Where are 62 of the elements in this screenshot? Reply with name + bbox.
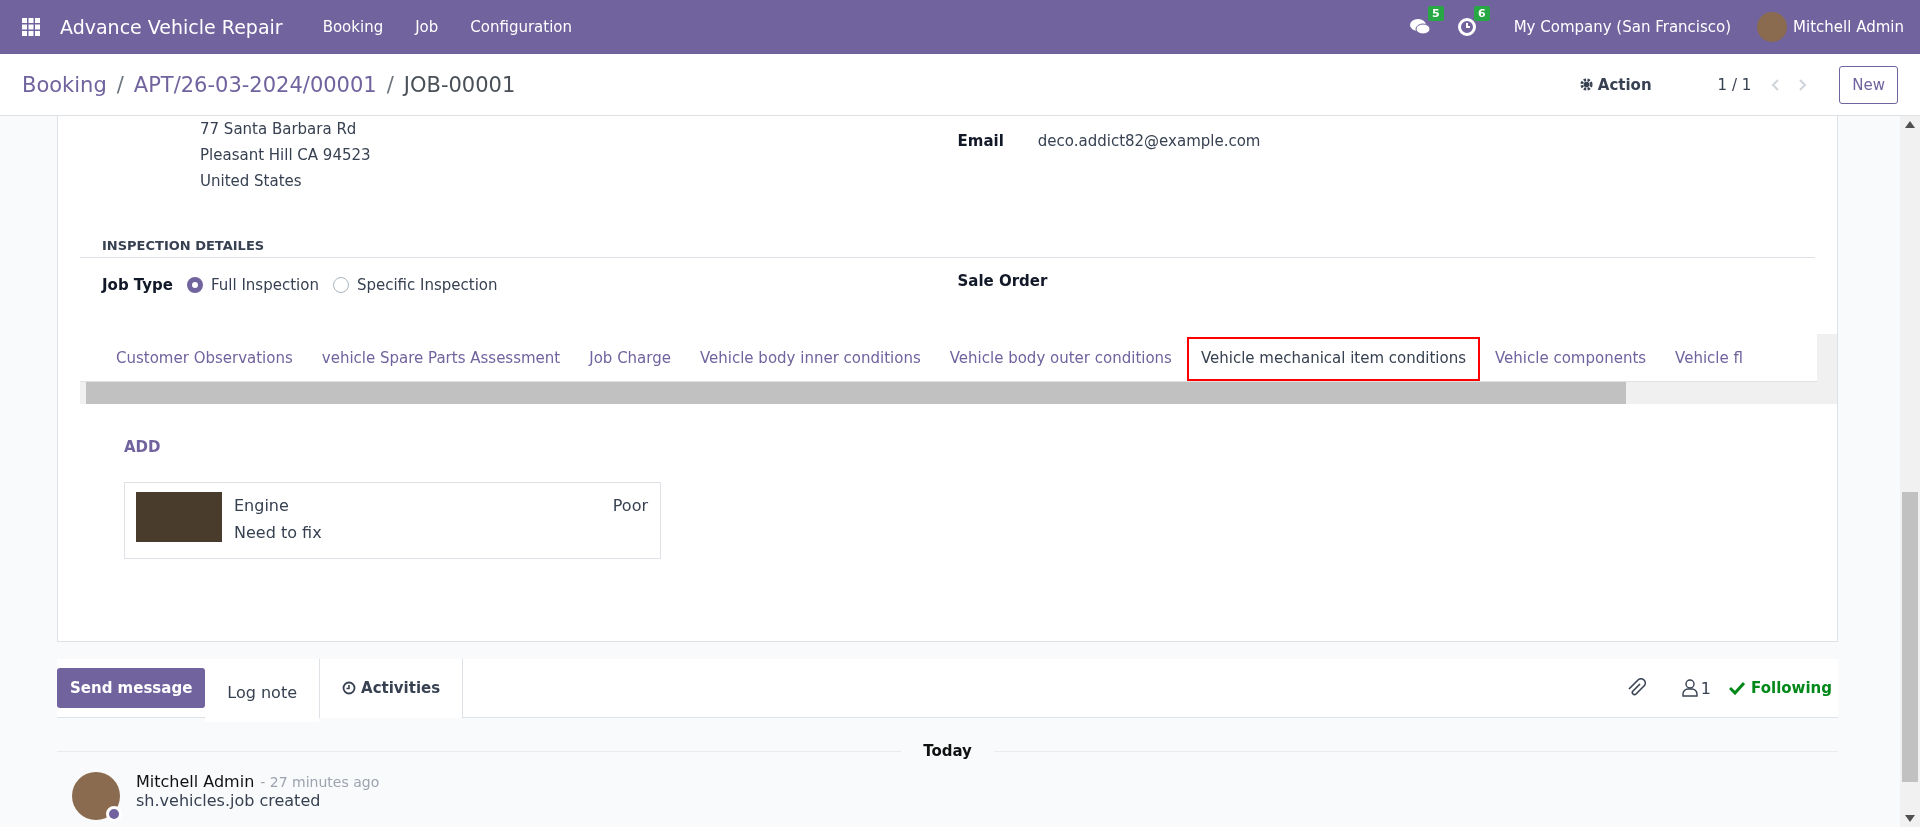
item-name: Engine (234, 495, 289, 517)
menu-item[interactable]: Booking (306, 18, 400, 36)
gear-icon (1578, 77, 1594, 92)
message-count-badge: 5 (1428, 6, 1444, 21)
followers-button[interactable]: 1 (1675, 677, 1718, 699)
pager-value: 1 / 1 (1717, 75, 1752, 94)
following-button[interactable]: Following (1723, 678, 1838, 698)
address-line: United States (200, 171, 303, 192)
author-name: Mitchell Admin (136, 772, 255, 791)
breadcrumb-separator: / (116, 72, 124, 97)
clock-icon (342, 681, 357, 695)
chat-bubbles-icon[interactable] (1409, 18, 1430, 36)
company-switcher[interactable]: My Company (San Francisco) (1513, 18, 1732, 36)
radio-button[interactable] (332, 277, 349, 293)
tab[interactable]: Job Charge (575, 337, 685, 381)
clock-icon[interactable] (1457, 18, 1476, 36)
condition-value: Poor (612, 495, 648, 517)
activities-button[interactable]: Activities (319, 658, 464, 718)
tab[interactable]: Vehicle body inner conditions (685, 337, 935, 381)
check-icon (1729, 681, 1746, 695)
date-separator: Today (922, 742, 973, 760)
message-time: - 27 minutes ago (260, 774, 380, 790)
condition-card[interactable]: Engine Poor Need to fix (124, 482, 661, 559)
user-menu[interactable]: Mitchell Admin (1793, 18, 1904, 36)
message-body: sh.vehicles.job created (136, 791, 322, 810)
apps-grid-icon[interactable] (22, 18, 40, 36)
tab[interactable]: vehicle Spare Parts Assessment (307, 337, 575, 381)
tab-scrollbar[interactable] (1817, 334, 1837, 382)
section-title: INSPECTION DETAILES (80, 238, 1815, 258)
address-line: 77 Santa Barbara Rd (200, 119, 358, 140)
menu-item[interactable]: Job (399, 18, 455, 36)
item-note: Need to fix (234, 522, 323, 544)
scroll-down-icon[interactable] (1905, 815, 1915, 823)
tab[interactable]: Vehicle body outer conditions (935, 337, 1186, 381)
radio-button[interactable] (187, 277, 203, 293)
field-label: Job Type (102, 276, 173, 294)
field-label: Sale Order (957, 272, 1048, 292)
tab[interactable]: Vehicle components (1481, 337, 1661, 381)
page-scrollbar[interactable] (1900, 116, 1920, 827)
breadcrumb-separator: / (386, 72, 394, 97)
radio-option[interactable]: Full Inspection (187, 276, 319, 294)
scroll-up-icon[interactable] (1905, 120, 1915, 128)
action-menu-button[interactable]: Action (1572, 74, 1658, 95)
tab[interactable]: Vehicle fl (1661, 337, 1757, 381)
menu-item[interactable]: Configuration (454, 18, 589, 36)
activity-count-badge: 6 (1474, 6, 1490, 21)
author-avatar (72, 772, 120, 820)
new-button[interactable]: New (1839, 65, 1898, 104)
email-value: deco.addict82@example.com (1037, 132, 1261, 152)
tab[interactable]: Vehicle mechanical item conditions (1186, 337, 1480, 381)
breadcrumb-link[interactable]: Booking (22, 72, 107, 97)
person-icon (1681, 679, 1698, 697)
add-link[interactable]: ADD (124, 438, 1837, 456)
field-label: Email (957, 132, 1004, 152)
send-message-button[interactable]: Send message (57, 668, 206, 708)
breadcrumb-current: JOB-00001 (403, 72, 516, 97)
radio-option[interactable]: Specific Inspection (332, 276, 498, 294)
tab[interactable]: Customer Observations (102, 337, 307, 381)
app-name[interactable]: Advance Vehicle Repair (60, 16, 283, 38)
address-line: Pleasant Hill CA 94523 (200, 145, 371, 166)
horizontal-scrollbar[interactable] (80, 382, 1837, 404)
breadcrumb-link[interactable]: APT/26-03-2024/00001 (133, 72, 377, 97)
